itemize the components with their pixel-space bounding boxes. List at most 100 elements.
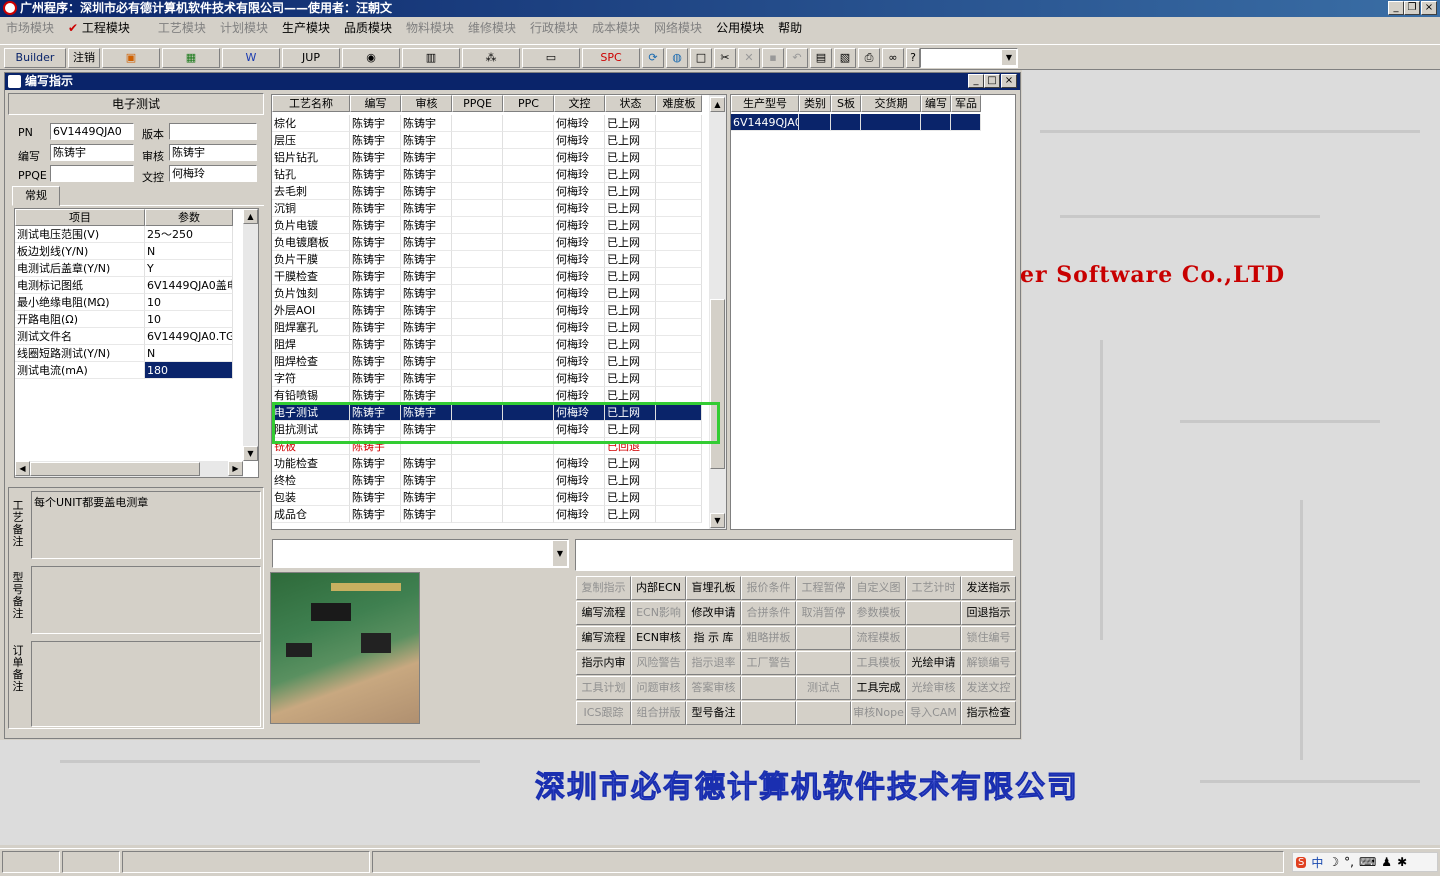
action-button[interactable]: 导入CAM — [906, 701, 961, 725]
spc-button[interactable]: SPC — [582, 48, 640, 68]
param-value[interactable]: 6V1449QJA0.TGZ — [145, 328, 233, 345]
scroll-down-icon[interactable]: ▼ — [710, 513, 725, 528]
process-row[interactable]: 棕化 陈铸宇 陈铸宇 何梅玲 已上网 — [272, 115, 709, 132]
action-button[interactable]: 工程暂停 — [796, 576, 851, 600]
production-header[interactable]: 交货期 — [861, 95, 921, 112]
process-row[interactable]: 去毛刺 陈铸宇 陈铸宇 何梅玲 已上网 — [272, 183, 709, 200]
production-header[interactable]: 类别 — [799, 95, 831, 112]
action-button[interactable]: 工厂警告 — [741, 651, 796, 675]
action-button[interactable]: 工具模板 — [851, 651, 906, 675]
action-button[interactable]: 工具计划 — [576, 676, 631, 700]
action-button[interactable]: 工艺计时 — [906, 576, 961, 600]
action-button[interactable]: 指示内审 — [576, 651, 631, 675]
action-button[interactable]: 修改申请 — [686, 601, 741, 625]
scroll-right-icon[interactable]: ▶ — [228, 461, 243, 476]
menu-material[interactable]: 物料模块 — [406, 19, 454, 36]
process-combo[interactable]: ▼ — [272, 539, 569, 568]
process-row[interactable]: 负片蚀刻 陈铸宇 陈铸宇 何梅玲 已上网 — [272, 285, 709, 302]
toolbar-combo[interactable]: ▼ — [920, 48, 1018, 68]
action-button[interactable]: 风险警告 — [631, 651, 686, 675]
menu-common[interactable]: 公用模块 — [716, 19, 764, 36]
production-header[interactable]: 生产型号 — [731, 95, 799, 112]
doc-field[interactable]: 何梅玲 — [169, 165, 257, 182]
action-button[interactable]: 盲埋孔板 — [686, 576, 741, 600]
process-header[interactable]: 文控 — [554, 95, 605, 112]
production-header[interactable]: S板 — [831, 95, 861, 112]
network-icon[interactable]: ⁂ — [462, 48, 520, 68]
binoculars-icon[interactable]: ∞ — [882, 48, 904, 68]
action-button[interactable]: 答案审核 — [686, 676, 741, 700]
action-button[interactable]: 光绘审核 — [906, 676, 961, 700]
action-button[interactable] — [741, 701, 796, 725]
params-header[interactable]: 项目 — [15, 209, 145, 226]
globe-icon[interactable]: ◍ — [666, 48, 688, 68]
menu-production[interactable]: 生产模块 — [282, 19, 330, 36]
menu-repair[interactable]: 维修模块 — [468, 19, 516, 36]
params-row[interactable]: 电测标记图纸 6V1449QJA0盖电 — [15, 277, 243, 294]
action-button[interactable]: ECN审核 — [631, 626, 686, 650]
param-value[interactable]: Y — [145, 260, 233, 277]
process-row[interactable]: 钻孔 陈铸宇 陈铸宇 何梅玲 已上网 — [272, 166, 709, 183]
production-header[interactable]: 编写 — [921, 95, 951, 112]
action-button[interactable] — [906, 626, 961, 650]
print-icon[interactable]: ⎙ — [858, 48, 880, 68]
powerpoint-icon[interactable]: ▣ — [102, 48, 160, 68]
delete-icon[interactable]: ✕ — [738, 48, 760, 68]
database-icon[interactable]: ▥ — [402, 48, 460, 68]
action-button[interactable]: 锁住编号 — [961, 626, 1016, 650]
excel-icon[interactable]: ▦ — [162, 48, 220, 68]
logout-button[interactable]: 注销 — [68, 48, 100, 68]
process-row[interactable]: 终检 陈铸宇 陈铸宇 何梅玲 已上网 — [272, 472, 709, 489]
process-header[interactable]: PPQE — [452, 95, 503, 112]
action-button[interactable]: 合拼条件 — [741, 601, 796, 625]
process-row[interactable]: 阻焊检查 陈铸宇 陈铸宇 何梅玲 已上网 — [272, 353, 709, 370]
action-button[interactable]: 取消暂停 — [796, 601, 851, 625]
params-row[interactable]: 开路电阻(Ω) 10 — [15, 311, 243, 328]
process-row[interactable]: 铝片钻孔 陈铸宇 陈铸宇 何梅玲 已上网 — [272, 149, 709, 166]
process-row[interactable]: 负片干膜 陈铸宇 陈铸宇 何梅玲 已上网 — [272, 251, 709, 268]
process-row[interactable]: 层压 陈铸宇 陈铸宇 何梅玲 已上网 — [272, 132, 709, 149]
scroll-left-icon[interactable]: ◀ — [15, 461, 30, 476]
process-row[interactable]: 外层AOI 陈铸宇 陈铸宇 何梅玲 已上网 — [272, 302, 709, 319]
action-button[interactable]: 测试点 — [796, 676, 851, 700]
process-header[interactable]: 状态 — [605, 95, 656, 112]
order-note-field[interactable] — [31, 641, 261, 727]
model-note-field[interactable] — [31, 566, 261, 634]
action-button[interactable]: 指 示 库 — [686, 626, 741, 650]
params-row[interactable]: 测试电压范围(V) 25～250 — [15, 226, 243, 243]
reviewer-field[interactable]: 陈铸宇 — [169, 144, 257, 161]
params-row[interactable]: 测试电流(mA) 180 — [15, 362, 243, 379]
action-button[interactable] — [741, 676, 796, 700]
version-field[interactable] — [169, 123, 257, 140]
action-button[interactable]: 工具完成 — [851, 676, 906, 700]
process-row[interactable]: 阻焊塞孔 陈铸宇 陈铸宇 何梅玲 已上网 — [272, 319, 709, 336]
menu-plan[interactable]: 计划模块 — [220, 19, 268, 36]
builder-button[interactable]: Builder — [4, 48, 66, 68]
action-button[interactable]: 发送指示 — [961, 576, 1016, 600]
menu-admin[interactable]: 行政模块 — [530, 19, 578, 36]
process-row[interactable]: 包装 陈铸宇 陈铸宇 何梅玲 已上网 — [272, 489, 709, 506]
action-button[interactable]: 型号备注 — [686, 701, 741, 725]
new-file-icon[interactable]: □ — [690, 48, 712, 68]
params-row[interactable]: 测试文件名 6V1449QJA0.TGZ — [15, 328, 243, 345]
action-button[interactable]: 参数模板 — [851, 601, 906, 625]
params-row[interactable]: 最小绝缘电阻(MΩ) 10 — [15, 294, 243, 311]
action-button[interactable]: 编写流程 — [576, 626, 631, 650]
params-row[interactable]: 板边划线(Y/N) N — [15, 243, 243, 260]
cut-icon[interactable]: ✂ — [714, 48, 736, 68]
action-button[interactable] — [906, 601, 961, 625]
preview-icon[interactable]: ▤ — [810, 48, 832, 68]
param-value[interactable]: 25～250 — [145, 226, 233, 243]
process-header[interactable]: 编写 — [350, 95, 401, 112]
refresh-icon[interactable]: ⟳ — [642, 48, 664, 68]
pn-field[interactable]: 6V1449QJA0 — [50, 123, 134, 140]
production-row[interactable]: 6V1449QJA0 — [731, 114, 995, 131]
process-row[interactable]: 功能检查 陈铸宇 陈铸宇 何梅玲 已上网 — [272, 455, 709, 472]
help-icon[interactable]: ? — [906, 48, 920, 68]
param-value[interactable]: N — [145, 345, 233, 362]
process-header[interactable]: 审核 — [401, 95, 452, 112]
menu-market[interactable]: 市场模块 — [6, 19, 54, 36]
param-value[interactable]: 180 — [145, 362, 233, 379]
computer-icon[interactable]: ▭ — [522, 48, 580, 68]
action-button[interactable]: 编写流程 — [576, 601, 631, 625]
